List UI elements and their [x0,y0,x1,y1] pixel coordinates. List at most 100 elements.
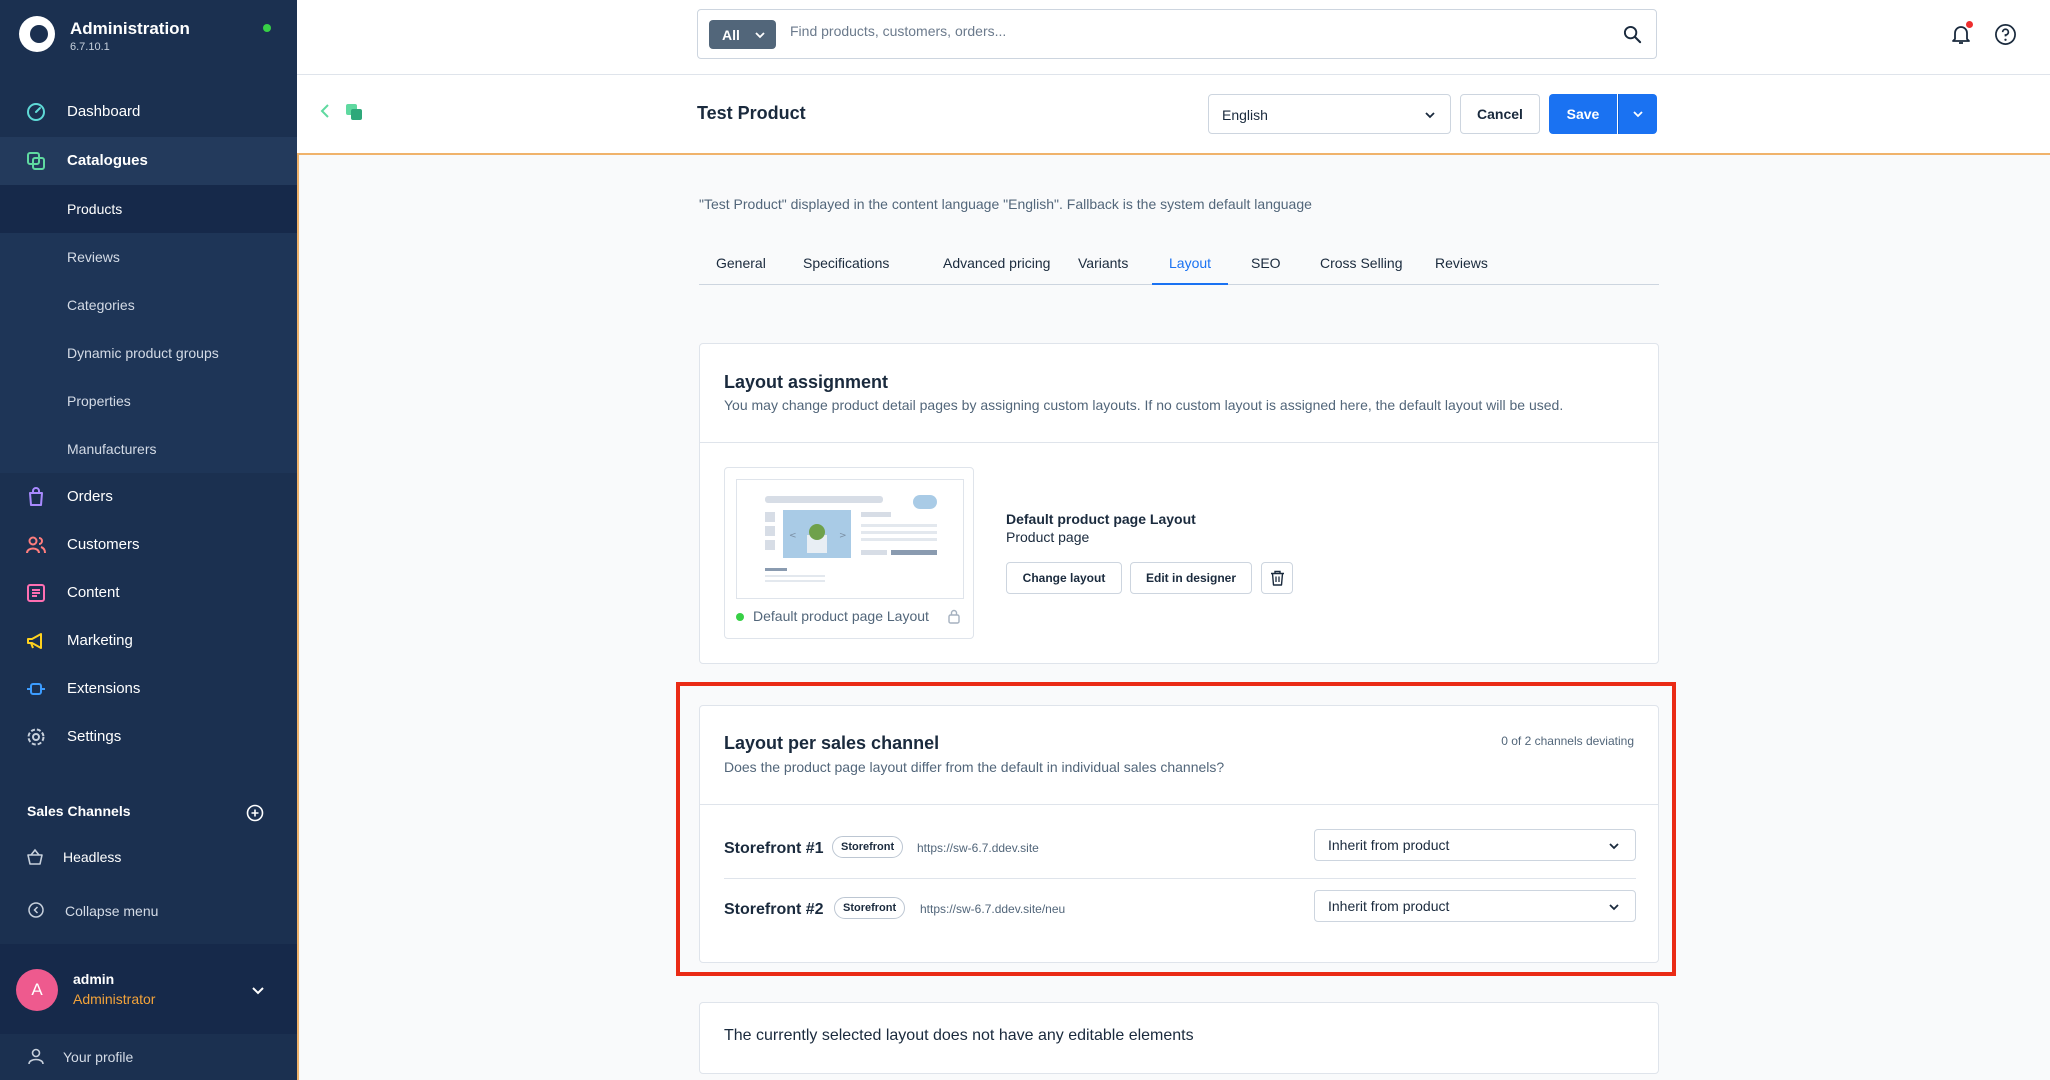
tab-cross-selling[interactable]: Cross Selling [1303,251,1419,285]
trash-icon [1271,570,1284,586]
basket-icon [27,848,43,865]
layout-assignment-card: Layout assignment You may change product… [699,343,1659,664]
global-search: All [697,9,1657,59]
tab-reviews[interactable]: Reviews [1418,251,1505,285]
nav-label: Marketing [67,632,133,649]
notification-dot [1966,21,1973,28]
divider [700,804,1658,805]
search-icon[interactable] [1623,25,1642,44]
assigned-layout-type: Product page [1006,529,1090,545]
catalogue-icon [27,152,45,170]
catalogue-submenu: Products Reviews Categories Dynamic prod… [0,185,297,473]
nav-item-orders[interactable]: Orders [0,473,297,521]
nav-label: Customers [67,536,140,553]
sales-channel-name: Storefront #2 [724,901,824,918]
tab-layout[interactable]: Layout [1152,251,1229,285]
save-button[interactable]: Save [1549,94,1617,134]
no-editable-elements-text: The currently selected layout does not h… [724,1027,1194,1044]
card-title: Layout per sales channel [724,733,940,753]
chevron-down-icon[interactable] [250,982,266,998]
nav-item-dashboard[interactable]: Dashboard [0,88,297,136]
layout-thumbnail-icon: < > [765,495,937,582]
sales-channel-type-badge: Storefront [832,836,904,858]
chevron-left-icon[interactable] [317,103,333,119]
sub-item-products[interactable]: Products [0,185,297,233]
sub-item-categories[interactable]: Categories [0,281,297,329]
assigned-layout-name: Default product page Layout [1006,511,1196,527]
tab-advanced-pricing[interactable]: Advanced pricing [926,251,1067,285]
product-tabs: General Specifications Advanced pricing … [699,251,1659,285]
sales-channel-name: Storefront #1 [724,840,824,857]
remove-layout-button[interactable] [1261,562,1293,594]
sidebar-header: Administration 6.7.10.1 [0,0,297,74]
card-subtitle: You may change product detail pages by a… [724,397,1564,413]
collapse-menu-button[interactable]: Collapse menu [0,887,297,935]
user-icon [28,1048,44,1065]
nav-label: Catalogues [67,152,148,169]
shopware-logo-icon[interactable] [19,16,55,52]
app-name: Administration [70,19,190,38]
nav-label: Extensions [67,680,141,697]
edit-in-designer-button[interactable]: Edit in designer [1130,562,1252,594]
layout-preview-image: < > [736,479,964,599]
nav-item-customers[interactable]: Customers [0,521,297,569]
sales-channel-layout-select[interactable]: Inherit from product [1314,890,1636,922]
tab-seo[interactable]: SEO [1234,251,1298,285]
card-title: Layout assignment [724,372,889,392]
help-icon[interactable] [1994,23,2017,46]
nav-item-catalogues[interactable]: Catalogues [0,137,297,185]
user-menu[interactable]: A admin Administrator [0,944,297,1034]
language-select[interactable]: English [1208,94,1451,134]
page-title: Test Product [697,103,806,123]
chevron-down-icon [1609,904,1619,911]
app-version: 6.7.10.1 [70,41,110,53]
layout-per-sales-channel-card: Layout per sales channel Does the produc… [699,705,1659,963]
nav-item-content[interactable]: Content [0,569,297,617]
nav-label: Settings [67,728,122,745]
sales-channel-row: Storefront #2 Storefront https://sw-6.7.… [724,878,1636,938]
nav-label: Orders [67,488,113,505]
catalogue-icon [346,104,362,120]
sales-channel-type-badge: Storefront [834,897,906,919]
tab-specifications[interactable]: Specifications [786,251,906,285]
card-subtitle: Does the product page layout differ from… [724,759,1225,775]
sub-item-dynamic-product-groups[interactable]: Dynamic product groups [0,329,297,377]
editable-elements-card: The currently selected layout does not h… [699,1002,1659,1074]
nav-item-marketing[interactable]: Marketing [0,617,297,665]
language-info: "Test Product" displayed in the content … [699,196,1312,212]
chevron-down-icon [1609,843,1619,850]
content-icon [27,584,45,602]
your-profile-link[interactable]: Your profile [0,1034,297,1080]
change-layout-button[interactable]: Change layout [1006,562,1122,594]
chevron-down-icon [1425,112,1435,119]
sub-item-reviews[interactable]: Reviews [0,233,297,281]
divider [700,442,1658,443]
tab-variants[interactable]: Variants [1061,251,1145,285]
dashboard-icon [27,103,45,121]
add-sales-channel-icon[interactable] [246,804,264,822]
sales-channel-layout-select[interactable]: Inherit from product [1314,829,1636,861]
sales-channel-item-headless[interactable]: Headless [0,833,297,881]
preview-layout-name: Default product page Layout [753,608,929,624]
nav-label: Dashboard [67,103,141,120]
sales-channel-url: https://sw-6.7.ddev.site/neu [920,902,1066,916]
chevron-down-icon [755,32,765,39]
tab-general[interactable]: General [699,251,783,285]
customers-icon [26,536,46,554]
layout-preview-card[interactable]: < > Default product page Layout [724,467,974,639]
avatar: A [16,969,58,1011]
search-input[interactable] [790,23,1590,39]
search-filter-dropdown[interactable]: All [709,20,776,49]
deviating-count: 0 of 2 channels deviating [1501,734,1634,748]
sidebar: Administration 6.7.10.1 Dashboard Catalo… [0,0,297,1080]
cancel-button[interactable]: Cancel [1460,94,1540,134]
sub-item-properties[interactable]: Properties [0,377,297,425]
nav-item-extensions[interactable]: Extensions [0,665,297,713]
save-options-button[interactable] [1618,94,1657,134]
top-bar: All [297,0,2050,75]
sub-item-manufacturers[interactable]: Manufacturers [0,425,297,473]
nav-item-settings[interactable]: Settings [0,713,297,761]
online-status-dot [263,24,271,32]
orders-icon [29,487,43,506]
sales-channel-row: Storefront #1 Storefront https://sw-6.7.… [724,817,1636,877]
